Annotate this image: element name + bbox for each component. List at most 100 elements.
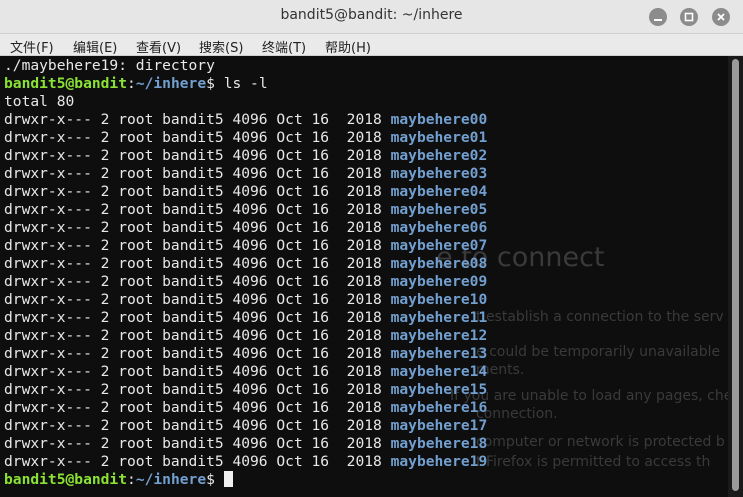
directory-name: maybehere00 <box>390 111 488 128</box>
directory-name: maybehere14 <box>390 363 488 380</box>
directory-name: maybehere15 <box>390 381 488 398</box>
active-prompt-line[interactable]: bandit5@bandit:~/inhere$ <box>4 471 487 489</box>
command-text: ls -l <box>223 75 268 92</box>
maximize-icon <box>684 12 694 22</box>
background-text-line: t establish a connection to the serv <box>476 309 724 325</box>
listing-row: drwxr-x--- 2 root bandit5 4096 Oct 16 20… <box>4 183 487 201</box>
entry-details: drwxr-x--- 2 root bandit5 4096 Oct 16 20… <box>4 363 391 380</box>
listing-row: drwxr-x--- 2 root bandit5 4096 Oct 16 20… <box>4 147 487 165</box>
listing-row: drwxr-x--- 2 root bandit5 4096 Oct 16 20… <box>4 111 487 129</box>
directory-name: maybehere12 <box>390 327 488 344</box>
background-text-line: connection. <box>476 406 558 422</box>
listing-row: drwxr-x--- 2 root bandit5 4096 Oct 16 20… <box>4 291 487 309</box>
listing-row: drwxr-x--- 2 root bandit5 4096 Oct 16 20… <box>4 435 487 453</box>
menu-edit[interactable]: 编辑(E) <box>73 37 117 56</box>
listing-row: drwxr-x--- 2 root bandit5 4096 Oct 16 20… <box>4 201 487 219</box>
listing-row: drwxr-x--- 2 root bandit5 4096 Oct 16 20… <box>4 381 487 399</box>
entry-details: drwxr-x--- 2 root bandit5 4096 Oct 16 20… <box>4 183 391 200</box>
directory-name: maybehere08 <box>390 255 488 272</box>
prompt-user: bandit5@bandit <box>4 471 128 488</box>
listing-row: drwxr-x--- 2 root bandit5 4096 Oct 16 20… <box>4 309 487 327</box>
entry-details: drwxr-x--- 2 root bandit5 4096 Oct 16 20… <box>4 291 391 308</box>
listing-row: drwxr-x--- 2 root bandit5 4096 Oct 16 20… <box>4 345 487 363</box>
entry-details: drwxr-x--- 2 root bandit5 4096 Oct 16 20… <box>4 165 391 182</box>
listing-row: drwxr-x--- 2 root bandit5 4096 Oct 16 20… <box>4 165 487 183</box>
terminal-window: bandit5@bandit: ~/inhere 文件(F) 编辑(E) 查看(… <box>0 0 743 497</box>
entry-details: drwxr-x--- 2 root bandit5 4096 Oct 16 20… <box>4 417 391 434</box>
menu-help[interactable]: 帮助(H) <box>325 37 371 56</box>
background-text-line: t Firefox is permitted to access th <box>476 454 711 470</box>
prompt-separator: : <box>127 471 136 488</box>
entry-details: drwxr-x--- 2 root bandit5 4096 Oct 16 20… <box>4 309 391 326</box>
entry-details: drwxr-x--- 2 root bandit5 4096 Oct 16 20… <box>4 381 391 398</box>
directory-name: maybehere11 <box>390 309 488 326</box>
entry-details: drwxr-x--- 2 root bandit5 4096 Oct 16 20… <box>4 219 391 236</box>
menu-terminal[interactable]: 终端(T) <box>262 37 306 56</box>
directory-name: maybehere17 <box>390 417 488 434</box>
prompt-path: ~/inhere <box>135 75 207 92</box>
scrollbar-thumb[interactable] <box>732 59 739 491</box>
minimize-icon <box>654 19 662 21</box>
minimize-button[interactable] <box>649 8 667 26</box>
listing-row: drwxr-x--- 2 root bandit5 4096 Oct 16 20… <box>4 129 487 147</box>
prompt-path: ~/inhere <box>135 471 207 488</box>
entry-details: drwxr-x--- 2 root bandit5 4096 Oct 16 20… <box>4 435 391 452</box>
prompt-user: bandit5@bandit <box>4 75 128 92</box>
directory-name: maybehere02 <box>390 147 488 164</box>
prompt-end: $ <box>206 75 224 92</box>
title-bar[interactable]: bandit5@bandit: ~/inhere <box>0 0 743 34</box>
terminal-lines: ./maybehere19: directory bandit5@bandit:… <box>4 57 487 489</box>
entry-details: drwxr-x--- 2 root bandit5 4096 Oct 16 20… <box>4 129 391 146</box>
entry-details: drwxr-x--- 2 root bandit5 4096 Oct 16 20… <box>4 237 391 254</box>
directory-name: maybehere16 <box>390 399 488 416</box>
listing-row: drwxr-x--- 2 root bandit5 4096 Oct 16 20… <box>4 273 487 291</box>
entry-details: drwxr-x--- 2 root bandit5 4096 Oct 16 20… <box>4 201 391 218</box>
directory-name: maybehere01 <box>390 129 488 146</box>
entry-details: drwxr-x--- 2 root bandit5 4096 Oct 16 20… <box>4 453 391 470</box>
close-icon <box>717 13 725 21</box>
entry-details: drwxr-x--- 2 root bandit5 4096 Oct 16 20… <box>4 399 391 416</box>
entry-details: drwxr-x--- 2 root bandit5 4096 Oct 16 20… <box>4 345 391 362</box>
listing: drwxr-x--- 2 root bandit5 4096 Oct 16 20… <box>4 111 487 471</box>
entry-details: drwxr-x--- 2 root bandit5 4096 Oct 16 20… <box>4 327 391 344</box>
menu-search[interactable]: 搜索(S) <box>199 37 243 56</box>
maximize-button[interactable] <box>680 8 698 26</box>
directory-name: maybehere06 <box>390 219 488 236</box>
entry-details: drwxr-x--- 2 root bandit5 4096 Oct 16 20… <box>4 111 391 128</box>
directory-name: maybehere03 <box>390 165 488 182</box>
vertical-scrollbar[interactable] <box>728 56 743 497</box>
output-line: ./maybehere19: directory <box>4 57 215 74</box>
directory-name: maybehere10 <box>390 291 488 308</box>
listing-row: drwxr-x--- 2 root bandit5 4096 Oct 16 20… <box>4 255 487 273</box>
menu-bar: 文件(F) 编辑(E) 查看(V) 搜索(S) 终端(T) 帮助(H) <box>0 34 743 56</box>
menu-file[interactable]: 文件(F) <box>10 37 54 56</box>
close-button[interactable] <box>712 8 730 26</box>
menu-view[interactable]: 查看(V) <box>136 37 181 56</box>
listing-row: drwxr-x--- 2 root bandit5 4096 Oct 16 20… <box>4 219 487 237</box>
prompt-end: $ <box>206 471 224 488</box>
entry-details: drwxr-x--- 2 root bandit5 4096 Oct 16 20… <box>4 147 391 164</box>
directory-name: maybehere05 <box>390 201 488 218</box>
directory-name: maybehere19 <box>390 453 488 470</box>
background-text-line: If you are unable to load any pages, che… <box>450 388 728 404</box>
terminal-output[interactable]: e to connect t establish a connection to… <box>0 56 728 497</box>
directory-name: maybehere09 <box>390 273 488 290</box>
entry-details: drwxr-x--- 2 root bandit5 4096 Oct 16 20… <box>4 273 391 290</box>
background-text-line: computer or network is protected b <box>476 434 725 450</box>
listing-row: drwxr-x--- 2 root bandit5 4096 Oct 16 20… <box>4 417 487 435</box>
background-text-line: e could be temporarily unavailable <box>476 344 721 360</box>
listing-row: drwxr-x--- 2 root bandit5 4096 Oct 16 20… <box>4 363 487 381</box>
entry-details: drwxr-x--- 2 root bandit5 4096 Oct 16 20… <box>4 255 391 272</box>
prompt-separator: : <box>127 75 136 92</box>
total-line: total 80 <box>4 93 75 110</box>
text-cursor <box>223 471 233 487</box>
listing-row: drwxr-x--- 2 root bandit5 4096 Oct 16 20… <box>4 327 487 345</box>
listing-row: drwxr-x--- 2 root bandit5 4096 Oct 16 20… <box>4 237 487 255</box>
directory-name: maybehere18 <box>390 435 488 452</box>
directory-name: maybehere04 <box>390 183 488 200</box>
listing-row: drwxr-x--- 2 root bandit5 4096 Oct 16 20… <box>4 399 487 417</box>
directory-name: maybehere13 <box>390 345 488 362</box>
directory-name: maybehere07 <box>390 237 488 254</box>
window-title: bandit5@bandit: ~/inhere <box>280 7 463 23</box>
prompt-line: bandit5@bandit:~/inhere$ ls -l <box>4 75 487 93</box>
